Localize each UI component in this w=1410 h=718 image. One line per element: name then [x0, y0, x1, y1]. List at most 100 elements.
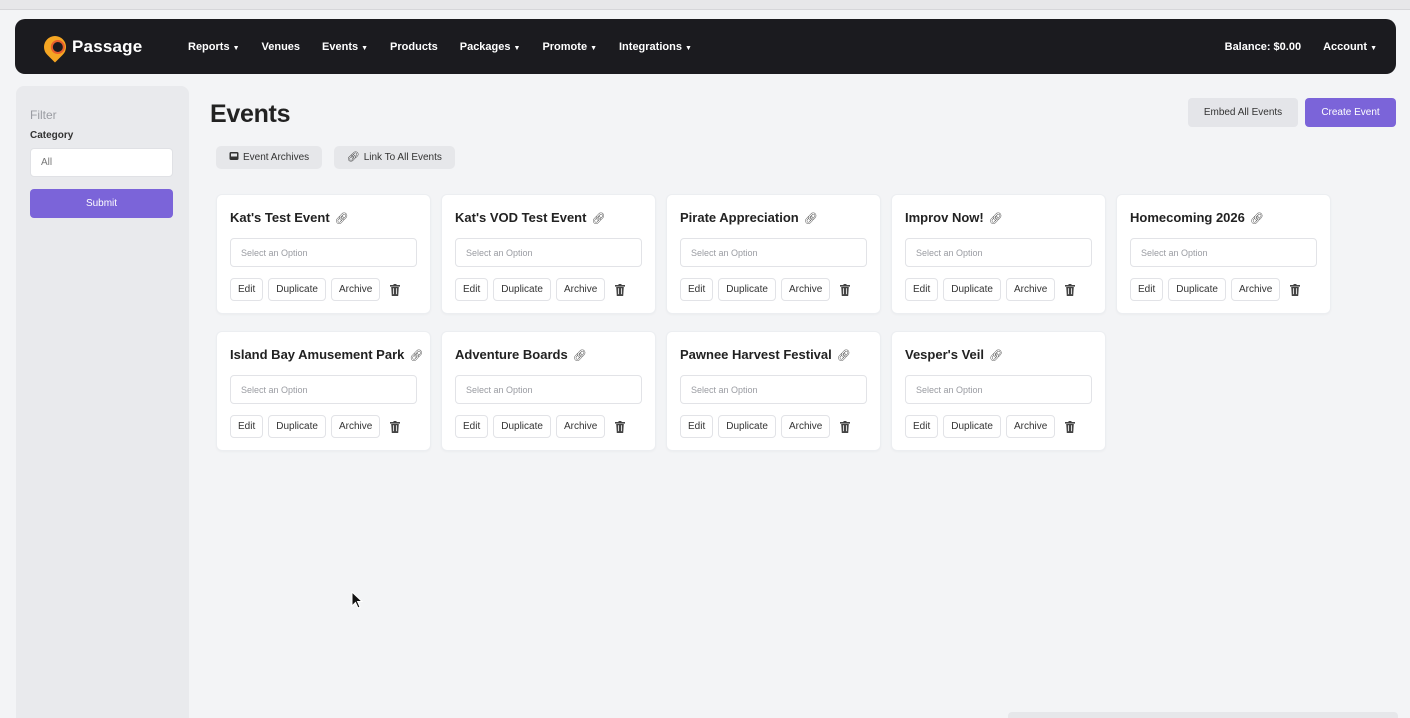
- event-title[interactable]: Pirate Appreciation 🔗︎: [680, 210, 818, 225]
- archive-button[interactable]: Archive: [780, 278, 831, 301]
- event-option-select[interactable]: Select an Option: [680, 238, 867, 267]
- brand-logo[interactable]: Passage: [39, 30, 164, 63]
- link-icon[interactable]: 🔗︎: [837, 350, 851, 362]
- event-title[interactable]: Adventure Boards 🔗︎: [455, 347, 587, 362]
- link-icon[interactable]: 🔗︎: [335, 213, 349, 225]
- event-actions: Edit Duplicate Archive: [230, 415, 405, 438]
- duplicate-button[interactable]: Duplicate: [268, 278, 326, 301]
- link-icon[interactable]: 🔗︎: [1250, 213, 1264, 225]
- create-event-button[interactable]: Create Event: [1305, 98, 1396, 127]
- category-select[interactable]: All: [30, 148, 173, 177]
- caret-down-icon: ▼: [684, 44, 692, 52]
- event-option-select[interactable]: Select an Option: [455, 238, 642, 267]
- archive-button[interactable]: Archive: [1005, 278, 1056, 301]
- edit-button[interactable]: Edit: [455, 415, 489, 438]
- event-title[interactable]: Kat's VOD Test Event 🔗︎: [455, 210, 605, 225]
- duplicate-button[interactable]: Duplicate: [943, 278, 1001, 301]
- account-menu[interactable]: Account ▼: [1323, 41, 1377, 53]
- caret-down-icon: ▼: [513, 44, 521, 52]
- duplicate-button[interactable]: Duplicate: [268, 415, 326, 438]
- nav-item-packages[interactable]: Packages ▼: [460, 41, 521, 53]
- edit-button[interactable]: Edit: [905, 415, 939, 438]
- duplicate-button[interactable]: Duplicate: [493, 415, 551, 438]
- edit-button[interactable]: Edit: [680, 278, 714, 301]
- nav-item-promote[interactable]: Promote ▼: [542, 41, 597, 53]
- duplicate-button[interactable]: Duplicate: [943, 415, 1001, 438]
- duplicate-button[interactable]: Duplicate: [493, 278, 551, 301]
- browser-top-strip: [0, 0, 1410, 10]
- event-archives-button[interactable]: Event Archives: [216, 146, 323, 169]
- event-title[interactable]: Homecoming 2026 🔗︎: [1130, 210, 1264, 225]
- edit-button[interactable]: Edit: [680, 415, 714, 438]
- mouse-cursor-icon: [351, 591, 363, 609]
- link-icon[interactable]: 🔗︎: [591, 213, 605, 225]
- nav-item-venues[interactable]: Venues: [262, 41, 301, 53]
- edit-button[interactable]: Edit: [455, 278, 489, 301]
- delete-trash-icon[interactable]: [610, 415, 630, 438]
- event-option-select[interactable]: Select an Option: [455, 375, 642, 404]
- archive-button[interactable]: Archive: [330, 278, 381, 301]
- delete-trash-icon[interactable]: [610, 278, 630, 301]
- event-option-select[interactable]: Select an Option: [905, 375, 1092, 404]
- event-title[interactable]: Kat's Test Event 🔗︎: [230, 210, 349, 225]
- nav-right: Balance: $0.00 Account ▼: [1225, 41, 1377, 53]
- link-icon[interactable]: 🔗︎: [989, 213, 1003, 225]
- event-option-select[interactable]: Select an Option: [230, 375, 417, 404]
- event-actions: Edit Duplicate Archive: [905, 278, 1080, 301]
- submit-button[interactable]: Submit: [30, 189, 173, 218]
- duplicate-button[interactable]: Duplicate: [718, 415, 776, 438]
- edit-button[interactable]: Edit: [1130, 278, 1164, 301]
- event-card: Pirate Appreciation 🔗︎ Select an Option E…: [666, 194, 881, 314]
- delete-trash-icon[interactable]: [385, 415, 405, 438]
- link-icon[interactable]: 🔗︎: [804, 213, 818, 225]
- filter-heading: Filter: [30, 108, 57, 122]
- nav-item-reports[interactable]: Reports ▼: [188, 41, 240, 53]
- event-option-select[interactable]: Select an Option: [1130, 238, 1317, 267]
- duplicate-button[interactable]: Duplicate: [1168, 278, 1226, 301]
- delete-trash-icon[interactable]: [835, 278, 855, 301]
- link-icon[interactable]: 🔗︎: [573, 350, 587, 362]
- top-navbar: Passage Reports ▼ Venues Events ▼ Products…: [15, 19, 1396, 74]
- link-to-all-events-label: Link To All Events: [363, 152, 442, 163]
- link-icon[interactable]: 🔗︎: [409, 350, 423, 362]
- event-title[interactable]: Vesper's Veil 🔗︎: [905, 347, 1003, 362]
- archive-button[interactable]: Archive: [1230, 278, 1281, 301]
- nav-item-integrations[interactable]: Integrations ▼: [619, 41, 692, 53]
- page-title: Events: [210, 100, 291, 128]
- category-label: Category: [30, 130, 74, 141]
- event-actions: Edit Duplicate Archive: [455, 415, 630, 438]
- edit-button[interactable]: Edit: [230, 278, 264, 301]
- event-card: Homecoming 2026 🔗︎ Select an Option Edit …: [1116, 194, 1331, 314]
- archive-button[interactable]: Archive: [555, 415, 606, 438]
- event-actions: Edit Duplicate Archive: [680, 415, 855, 438]
- event-card: Improv Now! 🔗︎ Select an Option Edit Dupl…: [891, 194, 1106, 314]
- event-option-select[interactable]: Select an Option: [680, 375, 867, 404]
- delete-trash-icon[interactable]: [1060, 278, 1080, 301]
- link-to-all-events-button[interactable]: 🔗︎ Link To All Events: [334, 146, 455, 169]
- nav-item-products[interactable]: Products: [390, 41, 438, 53]
- event-option-select[interactable]: Select an Option: [230, 238, 417, 267]
- edit-button[interactable]: Edit: [230, 415, 264, 438]
- archive-button[interactable]: Archive: [330, 415, 381, 438]
- delete-trash-icon[interactable]: [385, 278, 405, 301]
- event-option-select[interactable]: Select an Option: [905, 238, 1092, 267]
- event-actions: Edit Duplicate Archive: [1130, 278, 1305, 301]
- nav-item-events[interactable]: Events ▼: [322, 41, 368, 53]
- event-actions: Edit Duplicate Archive: [680, 278, 855, 301]
- edit-button[interactable]: Edit: [905, 278, 939, 301]
- delete-trash-icon[interactable]: [835, 415, 855, 438]
- event-title[interactable]: Pawnee Harvest Festival 🔗︎: [680, 347, 851, 362]
- event-card: Vesper's Veil 🔗︎ Select an Option Edit Du…: [891, 331, 1106, 451]
- archive-button[interactable]: Archive: [1005, 415, 1056, 438]
- delete-trash-icon[interactable]: [1285, 278, 1305, 301]
- delete-trash-icon[interactable]: [1060, 415, 1080, 438]
- event-title[interactable]: Island Bay Amusement Park 🔗︎: [230, 347, 423, 362]
- event-title[interactable]: Improv Now! 🔗︎: [905, 210, 1003, 225]
- duplicate-button[interactable]: Duplicate: [718, 278, 776, 301]
- caret-down-icon: ▼: [361, 44, 369, 52]
- archive-button[interactable]: Archive: [555, 278, 606, 301]
- caret-down-icon: ▼: [1370, 44, 1377, 52]
- embed-all-events-button[interactable]: Embed All Events: [1188, 98, 1298, 127]
- archive-button[interactable]: Archive: [780, 415, 831, 438]
- link-icon[interactable]: 🔗︎: [989, 350, 1003, 362]
